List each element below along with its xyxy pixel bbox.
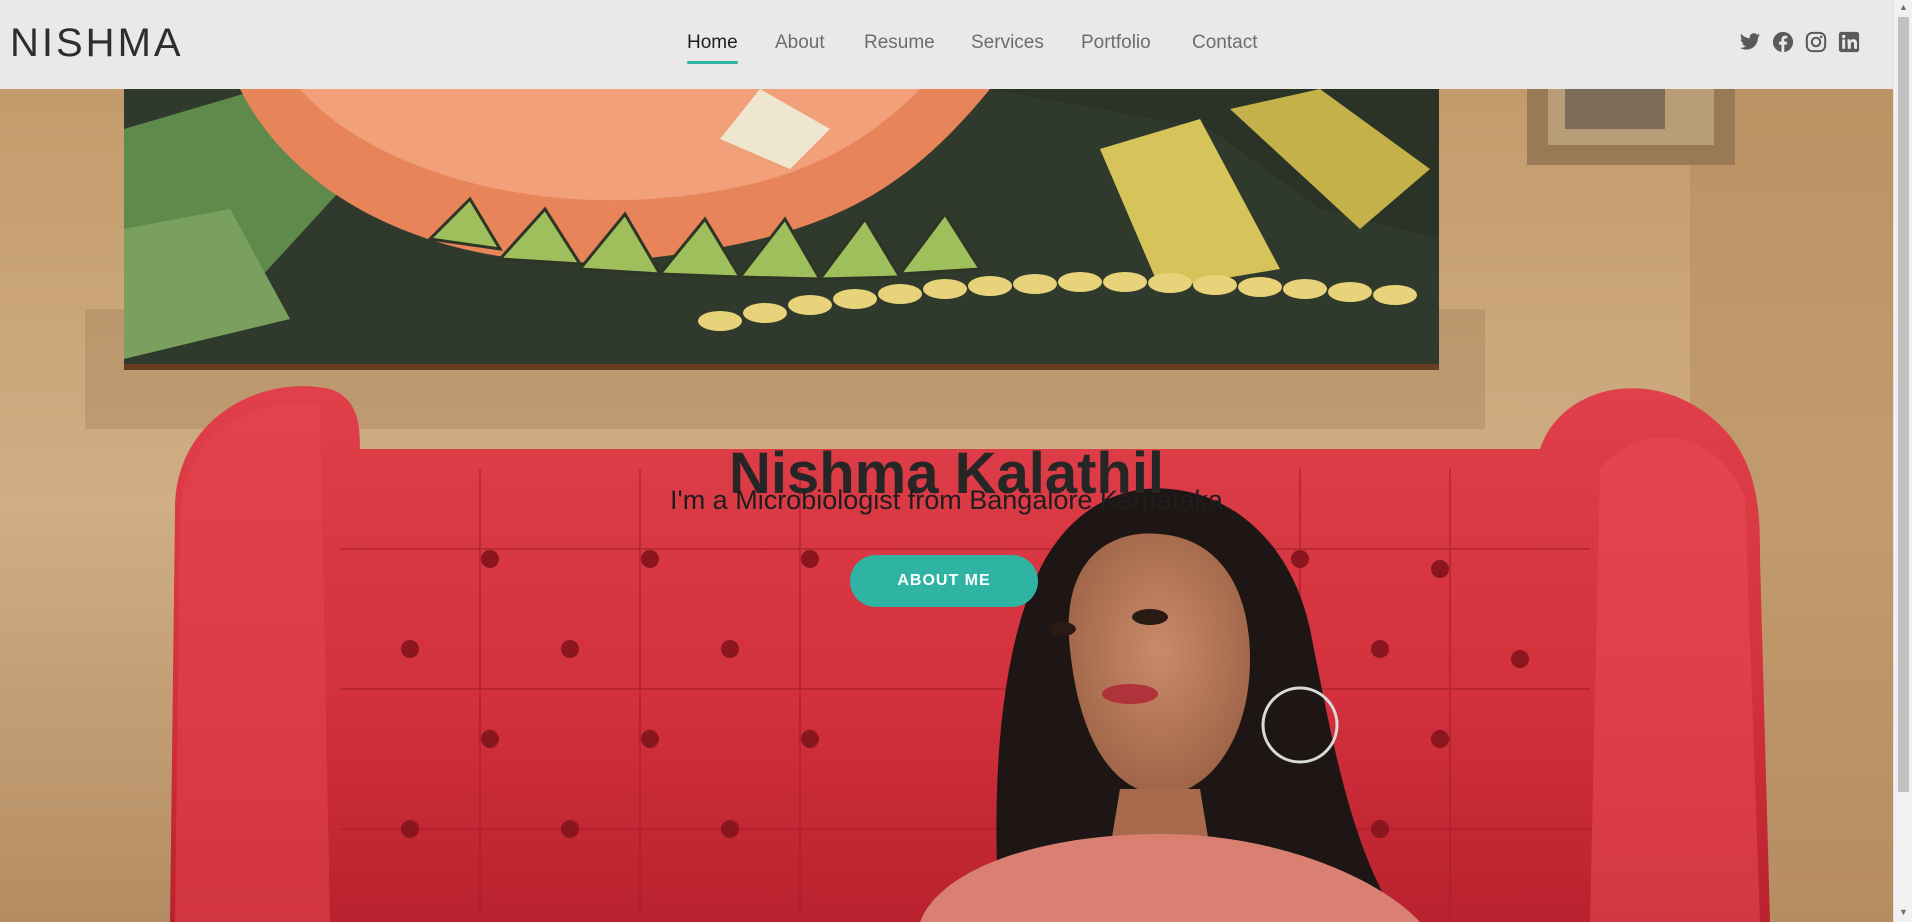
facebook-icon[interactable] <box>1772 31 1794 53</box>
nav-home[interactable]: Home <box>687 31 738 64</box>
nav-contact-label: Contact <box>1192 32 1258 53</box>
nav-about[interactable]: About <box>775 31 825 55</box>
nav-portfolio[interactable]: Portfolio <box>1081 31 1151 55</box>
scroll-up-arrow-icon[interactable]: ▲ <box>1897 1 1910 14</box>
nav-contact[interactable]: Contact <box>1192 31 1257 55</box>
about-me-button[interactable]: ABOUT ME <box>850 555 1038 607</box>
nav-resume[interactable]: Resume <box>864 31 935 55</box>
instagram-icon[interactable] <box>1805 31 1827 53</box>
scroll-down-arrow-icon[interactable]: ▼ <box>1897 906 1910 919</box>
page: NISHMA Home About Resume Services Portfo… <box>0 0 1912 922</box>
scrollbar-thumb[interactable] <box>1898 17 1909 792</box>
twitter-icon[interactable] <box>1739 31 1761 53</box>
hero-section: Nishma Kalathil I'm a Microbiologist fro… <box>0 89 1893 922</box>
linkedin-icon[interactable] <box>1838 31 1860 53</box>
nav-home-label: Home <box>687 32 738 53</box>
site-header: NISHMA Home About Resume Services Portfo… <box>0 0 1893 89</box>
hero-subtitle: I'm a Microbiologist from Bangalore Karn… <box>670 485 1223 515</box>
nav-about-label: About <box>775 32 825 53</box>
active-nav-indicator <box>687 61 738 64</box>
nav-portfolio-label: Portfolio <box>1081 32 1151 53</box>
nav-services[interactable]: Services <box>971 31 1044 55</box>
nav-resume-label: Resume <box>864 32 935 53</box>
nav-services-label: Services <box>971 32 1044 53</box>
main-nav: Home About Resume Services Portfolio Con… <box>0 0 1893 89</box>
page-scrollbar[interactable]: ▲ ▼ <box>1893 0 1912 922</box>
